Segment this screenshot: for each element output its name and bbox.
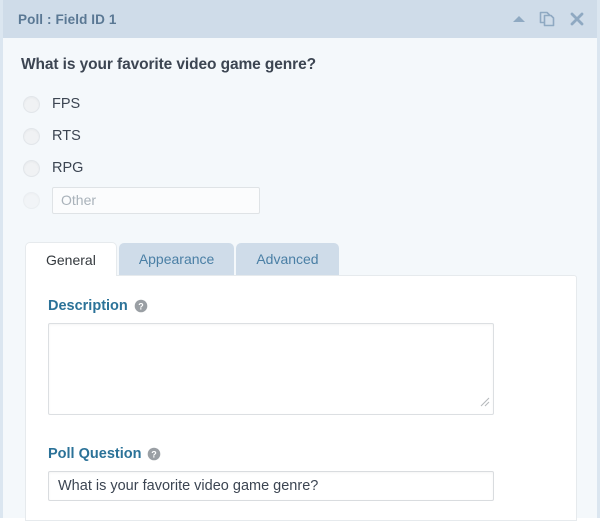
- help-icon[interactable]: ?: [147, 447, 161, 461]
- choice-list: FPS RTS RPG: [21, 88, 579, 216]
- close-icon[interactable]: [569, 11, 585, 27]
- choice-row[interactable]: RTS: [21, 120, 579, 152]
- collapse-icon[interactable]: [513, 16, 525, 23]
- two-pages-icon: [538, 10, 556, 28]
- description-label: Description: [48, 298, 128, 314]
- settings-tabs: General Appearance Advanced: [3, 242, 597, 275]
- tab-appearance[interactable]: Appearance: [119, 243, 235, 275]
- choice-label: RTS: [52, 128, 81, 144]
- choice-label: FPS: [52, 96, 80, 112]
- field-preview: What is your favorite video game genre? …: [3, 38, 597, 216]
- choice-row[interactable]: FPS: [21, 88, 579, 120]
- caret-up-icon: [513, 16, 525, 22]
- tab-general[interactable]: General: [25, 242, 117, 276]
- choice-row[interactable]: RPG: [21, 152, 579, 184]
- description-wrap: [48, 323, 494, 415]
- radio-icon[interactable]: [23, 128, 40, 145]
- poll-field-panel: Poll : Field ID 1 What is your favorite …: [0, 0, 600, 518]
- question-mark-circle-icon: ?: [147, 447, 161, 461]
- poll-question-block: Poll Question ?: [48, 446, 554, 501]
- description-textarea[interactable]: [48, 323, 494, 415]
- question-mark-circle-icon: ?: [134, 299, 148, 313]
- other-input[interactable]: [52, 187, 260, 214]
- radio-icon[interactable]: [23, 160, 40, 177]
- radio-icon-other[interactable]: [23, 192, 40, 209]
- svg-text:?: ?: [152, 449, 158, 459]
- preview-question: What is your favorite video game genre?: [21, 56, 579, 74]
- description-label-row: Description ?: [48, 298, 554, 314]
- general-tab-panel: Description ? Poll Question ?: [25, 275, 577, 521]
- radio-icon[interactable]: [23, 96, 40, 113]
- header-icon-group: [513, 10, 585, 28]
- x-icon: [569, 11, 585, 27]
- svg-text:?: ?: [138, 301, 144, 311]
- panel-title: Poll : Field ID 1: [18, 12, 116, 27]
- tab-advanced[interactable]: Advanced: [236, 243, 338, 275]
- poll-question-label-row: Poll Question ?: [48, 446, 554, 462]
- poll-question-input[interactable]: [48, 471, 494, 501]
- choice-label: RPG: [52, 160, 83, 176]
- duplicate-icon[interactable]: [538, 10, 556, 28]
- choice-row-other[interactable]: [21, 184, 579, 216]
- poll-question-label: Poll Question: [48, 446, 141, 462]
- panel-header: Poll : Field ID 1: [3, 0, 597, 38]
- help-icon[interactable]: ?: [134, 299, 148, 313]
